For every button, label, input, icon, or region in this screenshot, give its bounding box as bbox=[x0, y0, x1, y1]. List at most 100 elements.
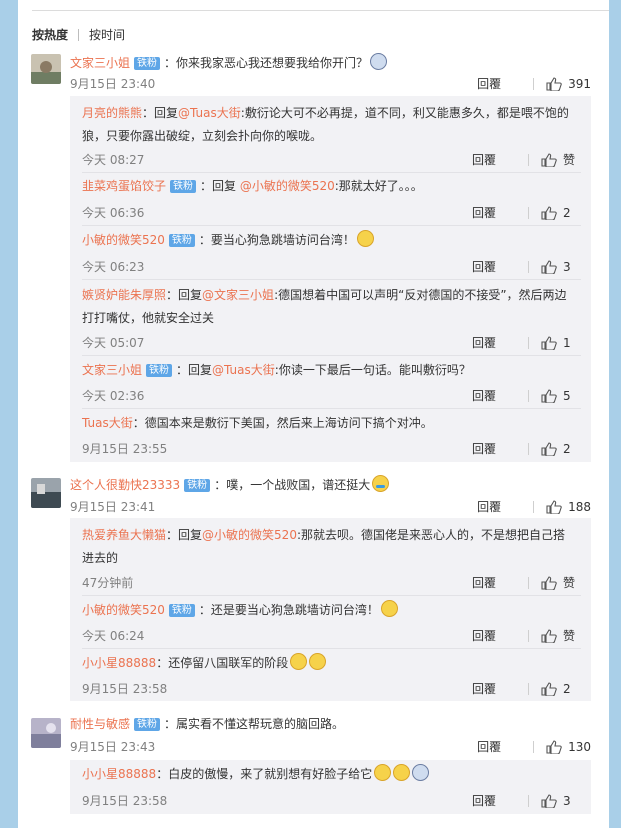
reply-prefix: 回复 bbox=[154, 106, 179, 120]
comment-actions: 回覆 130 bbox=[477, 738, 591, 755]
sub-separator: ： bbox=[142, 106, 155, 120]
sort-by-hot-tab[interactable]: 按热度 bbox=[32, 26, 68, 43]
username-link[interactable]: 韭菜鸡蛋馅饺子 bbox=[82, 179, 166, 193]
like-count: 391 bbox=[568, 76, 591, 91]
thumbs-up-icon[interactable] bbox=[541, 259, 557, 274]
avatar[interactable] bbox=[31, 718, 61, 748]
comment-time: 9月15日 23:40 bbox=[70, 77, 156, 91]
sub-separator: ： bbox=[200, 179, 213, 193]
username-link[interactable]: 月亮的熊熊 bbox=[82, 106, 142, 120]
thumbs-up-icon[interactable] bbox=[541, 681, 557, 696]
username-link[interactable]: 文家三小姐 bbox=[82, 363, 142, 377]
sub-comment-text: :你读一下最后一句话。能叫敷衍吗？ bbox=[274, 363, 471, 377]
mention-link[interactable]: @小敏的微笑520 bbox=[240, 179, 335, 193]
username-link[interactable]: 小小星88888 bbox=[82, 656, 156, 670]
avatar[interactable] bbox=[31, 478, 61, 508]
username-link[interactable]: 文家三小姐 bbox=[70, 56, 130, 70]
sub-comment-item: 小小星88888：白皮的傲慢，来了就别想有好脸子给它 9月15日 23:58 回… bbox=[70, 760, 591, 814]
reply-button[interactable]: 回覆 bbox=[472, 440, 528, 457]
emoji-icon bbox=[412, 764, 430, 781]
sub-comment-item: 文家三小姐 铁粉 ：回复@Tuas大街:你读一下最后一句话。能叫敷衍吗？ 今天 02… bbox=[70, 356, 591, 409]
reply-button[interactable]: 回覆 bbox=[472, 627, 528, 644]
like-count: 2 bbox=[563, 681, 571, 696]
username-link[interactable]: 耐性与敏感 bbox=[70, 717, 130, 731]
thumbs-up-icon[interactable] bbox=[546, 76, 562, 91]
sub-comment-actions: 回覆 2 bbox=[472, 204, 581, 221]
sub-comment-item: 热爱养鱼大懒猫：回复@小敏的微笑520:那就去呗。德国佬是来恶心人的，不是想把自… bbox=[70, 518, 591, 596]
username-link[interactable]: 热爱养鱼大懒猫 bbox=[82, 528, 166, 542]
like-count: 3 bbox=[563, 793, 571, 808]
username-link[interactable]: 小小星88888 bbox=[82, 767, 156, 781]
emoji-icon bbox=[393, 764, 411, 781]
emoji-icon bbox=[370, 53, 388, 70]
username-link[interactable]: 嫉贤妒能朱厚照 bbox=[82, 288, 166, 302]
fan-badge: 铁粉 bbox=[168, 234, 195, 247]
username-link[interactable]: 小敏的微笑520 bbox=[82, 233, 165, 247]
sub-comment-time: 9月15日 23:58 bbox=[82, 794, 168, 808]
mention-link[interactable]: @Tuas大街 bbox=[212, 363, 275, 377]
sub-comment-item: 月亮的熊熊：回复@Tuas大街:敷衍论大可不必再提，道不同，利又能惠多久，都是喂… bbox=[70, 96, 591, 173]
mention-link[interactable]: @Tuas大街 bbox=[178, 106, 241, 120]
sub-comments-box: 热爱养鱼大懒猫：回复@小敏的微笑520:那就去呗。德国佬是来恶心人的，不是想把自… bbox=[70, 518, 591, 701]
comment-line: 这个人很勤快23333 铁粉 ：噗，一个战败国，谱还挺大 bbox=[70, 475, 390, 493]
sub-comment-actions: 回覆 赞 bbox=[472, 627, 581, 644]
thumbs-up-icon[interactable] bbox=[541, 152, 557, 167]
reply-button[interactable]: 回覆 bbox=[472, 204, 528, 221]
mention-link[interactable]: @文家三小姐 bbox=[202, 288, 274, 302]
mention-link[interactable]: @小敏的微笑520 bbox=[202, 528, 297, 542]
sort-by-time-tab[interactable]: 按时间 bbox=[89, 26, 125, 43]
sub-comment-actions: 回覆 1 bbox=[472, 334, 581, 351]
like-count: 2 bbox=[563, 441, 571, 456]
thumbs-up-icon[interactable] bbox=[541, 793, 557, 808]
reply-button[interactable]: 回覆 bbox=[472, 792, 528, 809]
reply-prefix: 回复 bbox=[188, 363, 213, 377]
reply-button[interactable]: 回覆 bbox=[472, 258, 528, 275]
thumbs-up-icon[interactable] bbox=[541, 441, 557, 456]
like-count: 3 bbox=[563, 259, 571, 274]
username-link[interactable]: 小敏的微笑520 bbox=[82, 603, 165, 617]
sub-comment-actions: 回覆 3 bbox=[472, 792, 581, 809]
reply-button[interactable]: 回覆 bbox=[472, 574, 528, 591]
sub-comment-time: 今天 06:23 bbox=[82, 260, 145, 274]
sub-comment-line: 小小星88888：白皮的傲慢，来了就别想有好脸子给它 bbox=[82, 763, 572, 786]
sub-comment-text: 还是要当心狗急跳墙访问台湾！ bbox=[210, 603, 379, 617]
comment-line: 文家三小姐 铁粉 ：你来我家恶心我还想要我给你开门？ bbox=[70, 53, 388, 71]
emoji-icon bbox=[380, 600, 398, 617]
like-count: 赞 bbox=[563, 576, 576, 590]
divider bbox=[32, 10, 609, 11]
thumbs-up-icon[interactable] bbox=[541, 575, 557, 590]
reply-button[interactable]: 回覆 bbox=[472, 334, 528, 351]
like-count: 5 bbox=[563, 388, 571, 403]
like-count: 赞 bbox=[563, 153, 576, 167]
action-divider bbox=[528, 682, 529, 695]
thumbs-up-icon[interactable] bbox=[546, 739, 562, 754]
fan-badge: 铁粉 bbox=[134, 718, 161, 731]
username-link[interactable]: Tuas大街 bbox=[82, 416, 133, 430]
action-divider bbox=[528, 389, 529, 402]
reply-button[interactable]: 回覆 bbox=[472, 680, 528, 697]
thumbs-up-icon[interactable] bbox=[541, 335, 557, 350]
like-count: 130 bbox=[568, 739, 591, 754]
sub-comment-text: 白皮的傲慢，来了就别想有好脸子给它 bbox=[168, 767, 373, 781]
reply-button[interactable]: 回覆 bbox=[472, 387, 528, 404]
comment-text: 属实看不懂这帮玩意的脑回路。 bbox=[176, 717, 345, 731]
sub-comment-item: 韭菜鸡蛋馅饺子 铁粉 ：回复 @小敏的微笑520:那就太好了。。。 今天 06:36… bbox=[70, 173, 591, 226]
thumbs-up-icon[interactable] bbox=[541, 388, 557, 403]
emoji-icon bbox=[372, 475, 390, 492]
thumbs-up-icon[interactable] bbox=[541, 205, 557, 220]
like-count: 188 bbox=[568, 499, 591, 514]
reply-button[interactable]: 回覆 bbox=[477, 738, 533, 755]
sub-separator: ： bbox=[198, 233, 211, 247]
sub-comment-text: :那就太好了。。。 bbox=[334, 179, 423, 193]
reply-button[interactable]: 回覆 bbox=[477, 498, 533, 515]
comment-text: 你来我家恶心我还想要我给你开门？ bbox=[176, 56, 369, 70]
thumbs-up-icon[interactable] bbox=[541, 628, 557, 643]
sub-comments-box: 月亮的熊熊：回复@Tuas大街:敷衍论大可不必再提，道不同，利又能惠多久，都是喂… bbox=[70, 96, 591, 462]
action-divider bbox=[528, 153, 529, 166]
fan-badge: 铁粉 bbox=[134, 57, 161, 70]
avatar[interactable] bbox=[31, 54, 61, 84]
thumbs-up-icon[interactable] bbox=[546, 499, 562, 514]
reply-button[interactable]: 回覆 bbox=[472, 151, 528, 168]
username-link[interactable]: 这个人很勤快23333 bbox=[70, 478, 180, 492]
reply-button[interactable]: 回覆 bbox=[477, 75, 533, 92]
